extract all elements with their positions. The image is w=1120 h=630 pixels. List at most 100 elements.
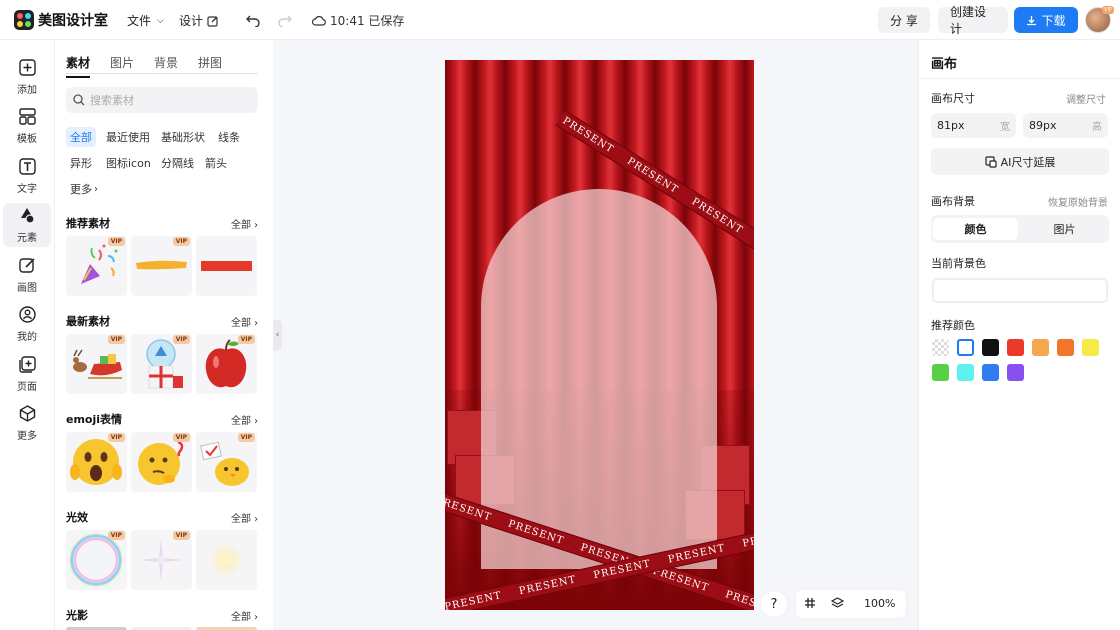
chevron-right-icon: ›: [94, 183, 98, 195]
artboard[interactable]: PRESENT PRESENT PRESENT PRESENT PRESENT …: [445, 60, 754, 610]
asset-soft-glow[interactable]: [196, 530, 257, 590]
nav-item-page[interactable]: 页面: [3, 352, 51, 396]
file-menu[interactable]: 文件 ⌵: [127, 12, 164, 29]
chip-irregular[interactable]: 异形: [66, 153, 96, 173]
design-menu-label: 设计: [179, 14, 204, 28]
see-all-label: 全部: [231, 612, 251, 623]
resize-icon: [985, 155, 997, 168]
ai-extend-button[interactable]: AI尺寸延展: [931, 148, 1109, 175]
search-input[interactable]: [90, 93, 240, 107]
nav-item-elements[interactable]: 元素: [3, 203, 51, 247]
canvas-area[interactable]: PRESENT PRESENT PRESENT PRESENT PRESENT …: [273, 40, 918, 630]
asset-sparkle-star[interactable]: VIP: [131, 530, 192, 590]
section-title-recommended: 推荐素材: [66, 217, 110, 230]
restore-bg-link[interactable]: 恢复原始背景: [1048, 194, 1108, 209]
swatch-transparent[interactable]: [932, 339, 949, 356]
chip-dividers[interactable]: 分隔线: [157, 153, 198, 173]
vip-badge: VIP: [107, 531, 125, 540]
avatar[interactable]: VIP: [1085, 6, 1114, 33]
app-name: 美图设计室: [38, 12, 108, 29]
nav-item-mine[interactable]: 我的: [3, 302, 51, 346]
seg-image[interactable]: 图片: [1022, 218, 1107, 240]
tab-images[interactable]: 图片: [110, 54, 134, 71]
current-bg-color-field[interactable]: [932, 278, 1108, 303]
adjust-size-link[interactable]: 调整尺寸: [1066, 91, 1106, 106]
app-logo[interactable]: 美图设计室: [14, 9, 108, 30]
redo-icon[interactable]: [273, 8, 297, 32]
panel-tabs: 素材 图片 背景 拼图: [66, 54, 222, 78]
see-all-label: 全部: [231, 220, 251, 231]
chip-more-label: 更多: [70, 183, 92, 196]
chip-more[interactable]: 更多 ›: [66, 179, 102, 199]
see-all-label: 全部: [231, 514, 251, 525]
section-title-emoji: emoji表情: [66, 413, 123, 426]
panel-divider: [919, 78, 1120, 79]
chip-lines[interactable]: 线条: [214, 127, 244, 147]
asset-yellow-brush-stroke[interactable]: VIP: [131, 236, 192, 296]
see-all-link[interactable]: 全部 ›: [231, 510, 258, 525]
asset-red-apple[interactable]: VIP: [196, 334, 257, 394]
help-button[interactable]: ?: [761, 591, 787, 617]
properties-panel: 画布 画布尺寸 调整尺寸 81px 宽 89px 高 AI尺寸延展 画布背景 恢…: [918, 40, 1120, 630]
nav-item-add[interactable]: 添加: [3, 55, 51, 99]
section-title-newest: 最新素材: [66, 315, 110, 328]
asset-chick-sign-emoji[interactable]: VIP: [196, 432, 257, 492]
collapse-panel-handle[interactable]: ‹: [273, 320, 282, 350]
avatar-vip-badge: VIP: [1102, 6, 1114, 14]
swatch-cyan[interactable]: [957, 364, 974, 381]
see-all-link[interactable]: 全部 ›: [231, 314, 258, 329]
vip-badge: VIP: [107, 237, 125, 246]
template-icon: [18, 108, 36, 126]
swatch-red[interactable]: [1007, 339, 1024, 356]
nav-item-draw[interactable]: 画图: [3, 253, 51, 297]
chip-recent[interactable]: 最近使用: [102, 127, 154, 147]
swatch-black[interactable]: [982, 339, 999, 356]
arch-shape[interactable]: [481, 189, 717, 569]
tab-materials[interactable]: 素材: [66, 54, 91, 78]
asset-shocked-emoji[interactable]: VIP: [66, 432, 127, 492]
grid-icon[interactable]: [804, 597, 816, 612]
asset-red-bar[interactable]: [196, 236, 257, 296]
chip-all[interactable]: 全部: [66, 127, 96, 147]
share-button[interactable]: 分 享: [878, 7, 930, 33]
layers-icon[interactable]: [830, 597, 845, 613]
tab-backgrounds[interactable]: 背景: [154, 54, 178, 71]
asset-reindeer-sleigh[interactable]: VIP: [66, 334, 127, 394]
section-title-light-effects: 光效: [66, 511, 88, 524]
tab-collage[interactable]: 拼图: [198, 54, 222, 71]
create-design-button[interactable]: 创建设计: [938, 5, 1008, 36]
asset-bubble-ring[interactable]: VIP: [66, 530, 127, 590]
width-field[interactable]: 81px 宽: [931, 113, 1016, 138]
chip-arrows[interactable]: 箭头: [201, 153, 231, 173]
chip-basic-shapes[interactable]: 基础形状: [157, 127, 209, 147]
nav-item-template[interactable]: 模板: [3, 104, 51, 148]
zoom-level[interactable]: 100%: [864, 597, 895, 610]
save-status: 10:41 已保存: [312, 12, 404, 29]
see-all-link[interactable]: 全部 ›: [231, 608, 258, 623]
see-all-link[interactable]: 全部 ›: [231, 216, 258, 231]
seg-color[interactable]: 颜色: [933, 218, 1018, 240]
see-all-link[interactable]: 全部 ›: [231, 412, 258, 427]
search-box[interactable]: [66, 87, 258, 113]
asset-thinking-emoji[interactable]: VIP: [131, 432, 192, 492]
swatch-white[interactable]: [957, 339, 974, 356]
download-icon: [1027, 15, 1037, 25]
vip-badge: VIP: [172, 531, 190, 540]
recommend-colors-label: 推荐颜色: [931, 319, 975, 332]
asset-snow-globe-gifts[interactable]: VIP: [131, 334, 192, 394]
chip-icons[interactable]: 图标icon: [102, 153, 155, 173]
asset-party-popper[interactable]: VIP: [66, 236, 127, 296]
design-menu[interactable]: 设计: [179, 12, 219, 29]
height-field[interactable]: 89px 高: [1023, 113, 1108, 138]
undo-icon[interactable]: [241, 8, 265, 32]
panel-title: 画布: [931, 57, 958, 72]
swatch-orange[interactable]: [1057, 339, 1074, 356]
swatch-blue[interactable]: [982, 364, 999, 381]
download-button[interactable]: 下载: [1014, 7, 1078, 33]
swatch-light-orange[interactable]: [1032, 339, 1049, 356]
nav-item-more[interactable]: 更多: [3, 401, 51, 445]
swatch-green[interactable]: [932, 364, 949, 381]
swatch-purple[interactable]: [1007, 364, 1024, 381]
swatch-yellow[interactable]: [1082, 339, 1099, 356]
nav-item-text[interactable]: 文字: [3, 154, 51, 198]
